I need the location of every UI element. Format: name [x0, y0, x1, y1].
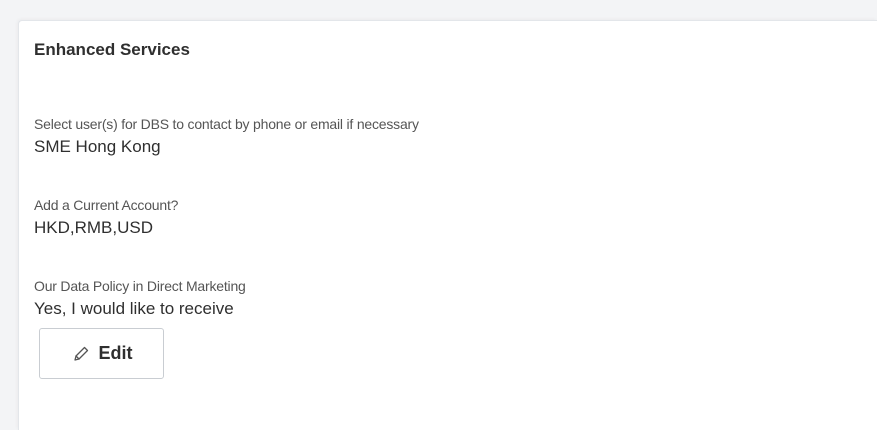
page: Enhanced Services Select user(s) for DBS… [0, 0, 877, 430]
current-account-field: Add a Current Account? HKD,RMB,USD [34, 196, 178, 239]
contact-users-label: Select user(s) for DBS to contact by pho… [34, 116, 419, 132]
current-account-value: HKD,RMB,USD [34, 218, 154, 237]
edit-label: Edit [98, 343, 133, 363]
pencil-icon [71, 344, 91, 364]
data-policy-field: Our Data Policy in Direct Marketing Yes,… [34, 277, 246, 320]
data-policy-label: Our Data Policy in Direct Marketing [34, 278, 246, 294]
edit-button[interactable]: Edit [39, 328, 164, 379]
top-strip [0, 0, 877, 20]
data-policy-value: Yes, I would like to receive [34, 299, 234, 318]
contact-users-value: SME Hong Kong [34, 137, 161, 156]
contact-users-field: Select user(s) for DBS to contact by pho… [34, 115, 419, 158]
current-account-label: Add a Current Account? [34, 197, 179, 213]
section-title: Enhanced Services [34, 40, 190, 59]
